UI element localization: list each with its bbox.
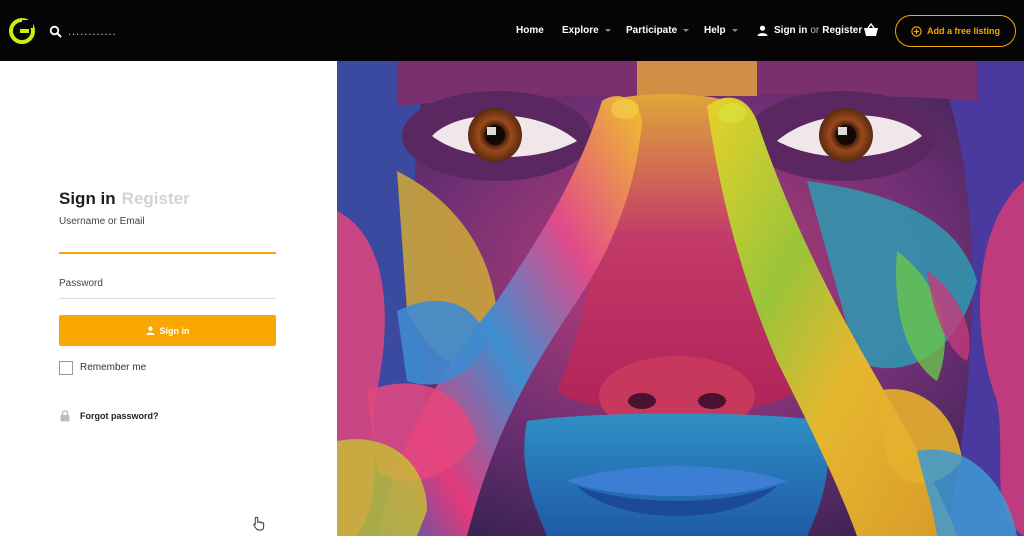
signin-button[interactable]: Sign in xyxy=(59,315,276,346)
plus-circle-icon xyxy=(911,25,922,37)
nav-participate-label: Participate xyxy=(626,25,678,36)
signin-button-label: Sign in xyxy=(159,325,190,336)
lock-icon xyxy=(60,410,70,422)
remember-me-checkbox[interactable] xyxy=(59,361,73,375)
username-field[interactable] xyxy=(59,231,276,251)
add-listing-label: Add a free listing xyxy=(926,26,1000,36)
hand-pointer-icon xyxy=(253,516,265,531)
password-field[interactable] xyxy=(59,277,276,297)
user-icon xyxy=(757,25,768,36)
add-listing-button[interactable]: Add a free listing xyxy=(895,15,1016,47)
top-navigation-bar: Home Explore Participate Help Sign in or… xyxy=(0,0,1024,61)
nav-register-link[interactable]: Register xyxy=(822,25,862,36)
tab-register[interactable]: Register xyxy=(122,189,190,208)
auth-tabs: Sign in Register xyxy=(59,189,190,209)
login-panel: Sign in Register Username or Email Passwo… xyxy=(0,61,337,536)
hero-image xyxy=(337,61,1024,536)
nav-participate[interactable]: Participate xyxy=(626,0,690,61)
nav-explore[interactable]: Explore xyxy=(562,0,611,61)
basket-icon[interactable] xyxy=(863,23,879,38)
search-input[interactable] xyxy=(68,22,198,42)
nav-home[interactable]: Home xyxy=(516,0,544,61)
nav-home-label: Home xyxy=(516,25,544,36)
nav-help-label: Help xyxy=(704,25,726,36)
painted-face-illustration xyxy=(337,61,1024,536)
account-links: Sign in or Register xyxy=(757,0,862,61)
tab-signin[interactable]: Sign in xyxy=(59,189,116,208)
username-label: Username or Email xyxy=(59,216,145,227)
nav-signin-link[interactable]: Sign in xyxy=(774,25,807,36)
username-underline xyxy=(59,252,276,254)
chevron-down-icon xyxy=(683,29,690,32)
logo-icon[interactable] xyxy=(8,17,36,45)
or-text: or xyxy=(810,25,820,36)
search-icon[interactable] xyxy=(49,25,63,39)
user-icon xyxy=(145,326,155,335)
password-underline xyxy=(59,298,276,299)
chevron-down-icon xyxy=(731,29,738,32)
nav-explore-label: Explore xyxy=(562,25,599,36)
nav-help[interactable]: Help xyxy=(704,0,738,61)
forgot-password-link[interactable]: Forgot password? xyxy=(80,411,159,421)
remember-me-label: Remember me xyxy=(80,362,147,373)
chevron-down-icon xyxy=(604,29,611,32)
